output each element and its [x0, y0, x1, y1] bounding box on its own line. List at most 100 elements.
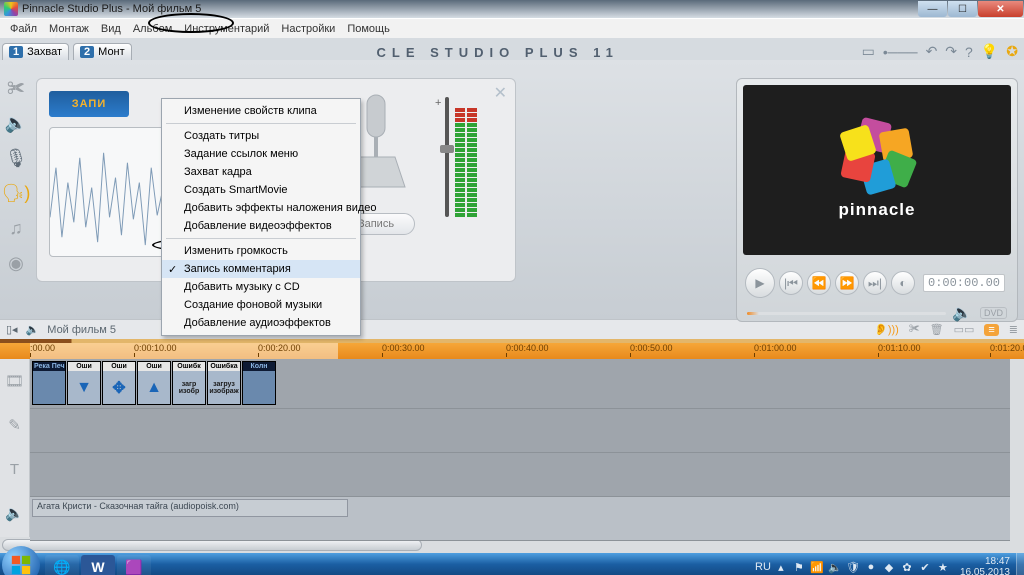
vu-right	[467, 108, 477, 217]
view-timeline-icon[interactable]: ≡	[984, 324, 998, 336]
audio-clip[interactable]: Агата Кристи - Сказочная тайга (audiopoi…	[32, 499, 348, 517]
help-icon[interactable]: ?	[965, 44, 973, 60]
track-video-icon[interactable]: 🎞	[5, 359, 24, 403]
mi-record-voiceover[interactable]: Запись комментария	[162, 260, 360, 278]
mi-score[interactable]: Создание фоновой музыки	[162, 296, 360, 314]
taskbar-clock[interactable]: 18:47 16.05.2013	[960, 556, 1010, 575]
ruler-tick: 0:01:10.00	[878, 343, 921, 353]
tray-up-icon[interactable]: ▴	[774, 560, 788, 574]
mi-video-effects[interactable]: Добавление видеоэффектов	[162, 217, 360, 235]
go-end-button[interactable]: ⏭|	[863, 271, 887, 295]
tray-vol-icon[interactable]: 🔈	[828, 560, 842, 574]
track-music-icon[interactable]: 🔈	[5, 491, 24, 535]
mi-audio-effects[interactable]: Добавление аудиоэффектов	[162, 314, 360, 332]
mi-create-titles[interactable]: Создать титры	[162, 127, 360, 145]
tool-music-icon[interactable]: ♫	[9, 218, 23, 239]
tip-icon[interactable]: 💡	[981, 43, 998, 60]
collapse-icon[interactable]: ▯◂	[6, 323, 18, 336]
slider-icon[interactable]: •───	[883, 44, 918, 60]
gain-slider[interactable]	[445, 97, 449, 217]
tray-d-icon[interactable]: ✔	[918, 560, 932, 574]
brand-text: pinnacle	[839, 200, 916, 220]
panel-close-icon[interactable]: ✕	[494, 83, 507, 103]
timeline-clip[interactable]: Ошибказагруз изображ	[207, 361, 241, 405]
tray-b-icon[interactable]: ◆	[882, 560, 896, 574]
tray-a-icon[interactable]: ●	[864, 560, 878, 574]
mi-grab-frame[interactable]: Захват кадра	[162, 163, 360, 181]
tray-flag-icon[interactable]: ⚑	[792, 560, 806, 574]
ruler-tick: 0:00:10.00	[134, 343, 177, 353]
title-track[interactable]	[30, 453, 1010, 497]
mi-add-cd-music[interactable]: Добавить музыку с CD	[162, 278, 360, 296]
track-overlay-icon[interactable]: ✎	[8, 403, 21, 447]
timeline-clip[interactable]: Река Печ	[32, 361, 66, 405]
undo-icon[interactable]: ↶	[926, 43, 938, 60]
tray-e-icon[interactable]: ★	[936, 560, 950, 574]
tool-mic-icon[interactable]: 🎙	[5, 148, 28, 169]
audio-scrub-icon[interactable]: 👂)))	[874, 323, 899, 336]
loop-button[interactable]: ◐	[891, 271, 915, 295]
tool-voice-icon[interactable]: 🗣)	[2, 183, 31, 204]
mi-change-volume[interactable]: Изменить громкость	[162, 242, 360, 260]
taskbar-chrome-icon[interactable]: 🌐	[45, 555, 79, 575]
timeline-clip[interactable]: Оши✥	[102, 361, 136, 405]
mi-overlay-effects[interactable]: Добавить эффекты наложения видео	[162, 199, 360, 217]
maximize-button[interactable]: ☐	[948, 1, 977, 17]
track-title-icon[interactable]: T	[10, 447, 19, 491]
redo-icon[interactable]: ↷	[945, 43, 957, 60]
window-titlebar: Pinnacle Studio Plus - Мой фильм 5 — ☐	[0, 0, 1024, 18]
taskbar-word-icon[interactable]: W	[81, 555, 115, 575]
menu-album[interactable]: Альбом	[127, 21, 178, 37]
menu-view[interactable]: Вид	[95, 21, 127, 37]
workspace: ✀ 🔈 🎙 🗣) ♫ ◉ ✕ ЗАПИ Запись	[0, 60, 1024, 319]
pinnacle-logo	[841, 120, 913, 192]
taskbar-pinnacle-icon[interactable]: 🟪	[117, 555, 151, 575]
speaker-small-icon[interactable]: 🔈	[26, 323, 40, 336]
tray-shield-icon[interactable]: 🛡	[846, 560, 860, 574]
tool-disc-icon[interactable]: ◉	[8, 253, 24, 274]
menu-settings[interactable]: Настройки	[275, 21, 341, 37]
video-track[interactable]: Река ПечОши▼Оши✥Оши▲Ошибкзагр изобрОшибк…	[30, 359, 1010, 409]
overlay-track[interactable]	[30, 409, 1010, 453]
show-desktop-button[interactable]	[1016, 553, 1024, 575]
play-button[interactable]: ▶	[745, 268, 775, 298]
tracks-area: 🎞 ✎ T 🔈 Река ПечОши▼Оши✥Оши▲Ошибкзагр из…	[0, 359, 1024, 537]
tray-net-icon[interactable]: 📶	[810, 560, 824, 574]
razor-icon[interactable]: ✀	[909, 323, 920, 336]
tool-scissors-icon[interactable]: ✀	[7, 78, 25, 99]
mi-smartmovie[interactable]: Создать SmartMovie	[162, 181, 360, 199]
mi-menu-links[interactable]: Задание ссылок меню	[162, 145, 360, 163]
vertical-scrollbar[interactable]	[1010, 359, 1024, 537]
timeline-clip[interactable]: Оши▲	[137, 361, 171, 405]
ruler-tick: :00.00	[30, 343, 55, 353]
menu-tools[interactable]: Инструментарий	[178, 21, 275, 37]
player-seekbar[interactable]: 🔈DVD	[737, 305, 1017, 321]
mode-tab-capture[interactable]: 1 Захват	[2, 43, 69, 60]
forward-button[interactable]: ⏩	[835, 271, 859, 295]
ruler-tick: 0:01:20.00	[990, 343, 1024, 353]
go-start-button[interactable]: |⏮	[779, 271, 803, 295]
mode-tab-edit[interactable]: 2 Монт	[73, 43, 132, 60]
tool-speaker-icon[interactable]: 🔈	[5, 113, 27, 134]
timeline-clip[interactable]: Оши▼	[67, 361, 101, 405]
close-button[interactable]	[978, 1, 1023, 17]
system-tray: RU ▴ ⚑ 📶 🔈 🛡 ● ◆ ✿ ✔ ★	[756, 560, 950, 574]
view-text-icon[interactable]: ≣	[1009, 323, 1018, 336]
timeline-clip[interactable]: Ошибкзагр изобр	[172, 361, 206, 405]
minimize-button[interactable]: —	[918, 1, 947, 17]
menu-file[interactable]: Файл	[4, 21, 43, 37]
trash-icon[interactable]: 🗑	[930, 323, 944, 336]
time-ruler[interactable]: :00.00 0:00:10.00 0:00:20.00 0:00:30.00 …	[0, 343, 1024, 359]
view-story-icon[interactable]: ▭▭	[954, 323, 975, 336]
menu-edit[interactable]: Монтаж	[43, 21, 95, 37]
music-track[interactable]: Агата Кристи - Сказочная тайга (audiopoi…	[30, 497, 1010, 541]
rewind-button[interactable]: ⏪	[807, 271, 831, 295]
timeline-clip[interactable]: Колн	[242, 361, 276, 405]
screen-toggle-icon[interactable]: ▭	[862, 43, 875, 60]
tray-lang[interactable]: RU	[756, 560, 770, 574]
premium-icon[interactable]: ✪	[1006, 43, 1018, 60]
tray-c-icon[interactable]: ✿	[900, 560, 914, 574]
menu-help[interactable]: Помощь	[341, 21, 396, 37]
mi-clip-properties[interactable]: Изменение свойств клипа	[162, 102, 360, 120]
mode-tab-strip: 1 Захват 2 Монт CLE STUDIO PLUS 11 ▭ •──…	[0, 38, 1024, 60]
